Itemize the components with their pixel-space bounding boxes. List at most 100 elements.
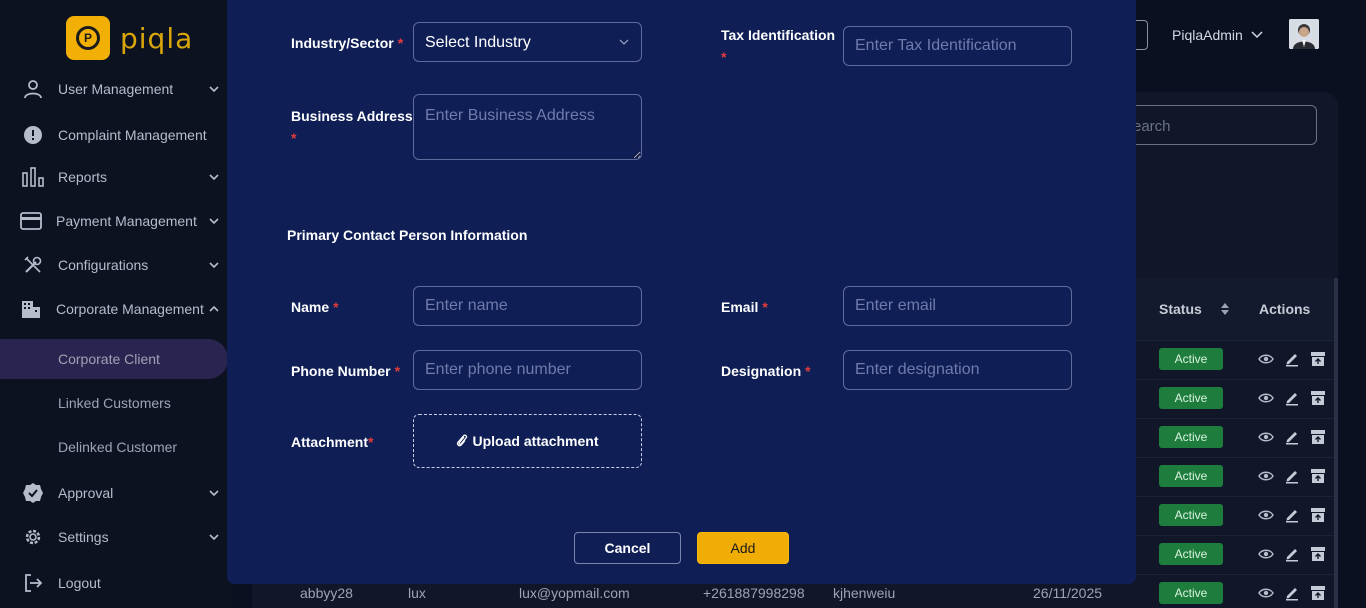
eye-icon[interactable]: [1258, 390, 1274, 406]
sidebar: P piqla User Management Complaint Manage…: [0, 0, 232, 608]
name-input[interactable]: [413, 286, 642, 326]
edit-icon[interactable]: [1284, 351, 1300, 367]
eye-icon[interactable]: [1258, 468, 1274, 484]
chevron-down-icon[interactable]: [1250, 28, 1264, 42]
required-mark: *: [394, 363, 401, 379]
sidebar-item-user-management[interactable]: User Management: [0, 71, 232, 107]
phone-number-input[interactable]: [413, 350, 642, 390]
logo-pin-icon: P: [76, 26, 100, 50]
sidebar-subitem-label: Linked Customers: [58, 395, 171, 411]
badge-check-icon: [22, 482, 44, 504]
cell-designation: kjhenweiu: [833, 585, 896, 601]
sidebar-item-complaint-management[interactable]: Complaint Management: [0, 117, 232, 153]
status-badge: Active: [1159, 504, 1223, 526]
attachment-label-text: Attachment: [291, 434, 369, 450]
status-badge: Active: [1159, 348, 1223, 370]
designation-input[interactable]: [843, 350, 1072, 390]
paperclip-icon: [457, 434, 468, 447]
brand-logo[interactable]: P piqla: [66, 16, 193, 60]
archive-icon[interactable]: [1310, 507, 1326, 523]
required-mark: *: [397, 35, 404, 51]
email-label: Email *: [721, 296, 768, 318]
archive-icon[interactable]: [1310, 429, 1326, 445]
sidebar-item-settings[interactable]: Settings: [0, 519, 232, 555]
cancel-button[interactable]: Cancel: [574, 532, 681, 564]
alert-circle-icon: [22, 124, 44, 146]
sidebar-item-logout[interactable]: Logout: [0, 565, 232, 601]
logo-mark: P: [66, 16, 110, 60]
building-icon: [20, 298, 42, 320]
cell-phone: +261887998298: [703, 585, 805, 601]
name-label-text: Name: [291, 299, 330, 315]
archive-icon[interactable]: [1310, 390, 1326, 406]
bar-chart-icon: [22, 166, 44, 188]
business-address-textarea[interactable]: [413, 94, 642, 160]
column-header-status[interactable]: Status: [1159, 301, 1202, 317]
column-header-actions: Actions: [1259, 301, 1311, 317]
address-label-text: Business Address: [291, 108, 413, 124]
scrollbar[interactable]: [1334, 278, 1338, 608]
edit-icon[interactable]: [1284, 390, 1300, 406]
industry-label-text: Industry/Sector: [291, 35, 394, 51]
sidebar-subitem-label: Corporate Client: [58, 351, 160, 367]
edit-icon[interactable]: [1284, 429, 1300, 445]
required-mark: *: [368, 434, 374, 450]
sidebar-item-approval[interactable]: Approval: [0, 475, 232, 511]
sidebar-subitem-linked-customers[interactable]: Linked Customers: [0, 383, 232, 423]
sidebar-item-label: Corporate Management: [56, 301, 204, 317]
required-mark: *: [762, 299, 768, 315]
upload-attachment-button[interactable]: Upload attachment: [413, 414, 642, 468]
sidebar-subitem-delinked-customer[interactable]: Delinked Customer: [0, 427, 232, 467]
designation-label-text: Designation: [721, 363, 802, 379]
archive-icon[interactable]: [1310, 468, 1326, 484]
user-name[interactable]: PiqlaAdmin: [1172, 27, 1243, 43]
edit-icon[interactable]: [1284, 507, 1300, 523]
status-badge: Active: [1159, 465, 1223, 487]
designation-label: Designation *: [721, 360, 811, 382]
sidebar-item-configurations[interactable]: Configurations: [0, 247, 232, 283]
phone-label-text: Phone Number: [291, 363, 391, 379]
eye-icon[interactable]: [1258, 507, 1274, 523]
archive-icon[interactable]: [1310, 351, 1326, 367]
edit-icon[interactable]: [1284, 468, 1300, 484]
chevron-down-icon: [209, 262, 219, 269]
eye-icon[interactable]: [1258, 351, 1274, 367]
chevron-down-icon: [209, 86, 219, 93]
sort-icon[interactable]: [1220, 302, 1230, 316]
chevron-down-icon: [209, 534, 219, 541]
eye-icon[interactable]: [1258, 429, 1274, 445]
sidebar-item-label: Configurations: [58, 257, 149, 273]
edit-icon[interactable]: [1284, 585, 1300, 601]
add-button[interactable]: Add: [697, 532, 789, 564]
chevron-up-icon: [209, 305, 219, 312]
edit-icon[interactable]: [1284, 546, 1300, 562]
sidebar-subitem-label: Delinked Customer: [58, 439, 178, 455]
sidebar-item-corporate-management[interactable]: Corporate Management: [0, 291, 232, 327]
eye-icon[interactable]: [1258, 546, 1274, 562]
name-label: Name *: [291, 296, 339, 318]
status-badge: Active: [1159, 387, 1223, 409]
tax-label-text: Tax Identification: [721, 27, 836, 43]
industry-label: Industry/Sector *: [291, 32, 403, 54]
sidebar-item-label: Payment Management: [56, 213, 197, 229]
attachment-label: Attachment*: [291, 431, 373, 453]
status-badge: Active: [1159, 543, 1223, 565]
required-mark: *: [291, 130, 297, 146]
status-badge: Active: [1159, 582, 1223, 604]
sidebar-item-label: User Management: [58, 81, 174, 97]
cell-name: lux: [408, 585, 426, 601]
sidebar-item-label: Approval: [58, 485, 114, 501]
required-mark: *: [721, 49, 727, 65]
industry-select[interactable]: Select Industry: [413, 22, 642, 62]
sidebar-item-payment-management[interactable]: Payment Management: [0, 203, 232, 239]
tax-identification-input[interactable]: [843, 26, 1072, 66]
avatar[interactable]: [1289, 19, 1319, 49]
eye-icon[interactable]: [1258, 585, 1274, 601]
sidebar-subitem-corporate-client[interactable]: Corporate Client: [0, 339, 228, 379]
phone-number-label: Phone Number *: [291, 360, 400, 382]
email-input[interactable]: [843, 286, 1072, 326]
archive-icon[interactable]: [1310, 585, 1326, 601]
sidebar-item-reports[interactable]: Reports: [0, 159, 232, 195]
archive-icon[interactable]: [1310, 546, 1326, 562]
tools-icon: [22, 254, 44, 276]
